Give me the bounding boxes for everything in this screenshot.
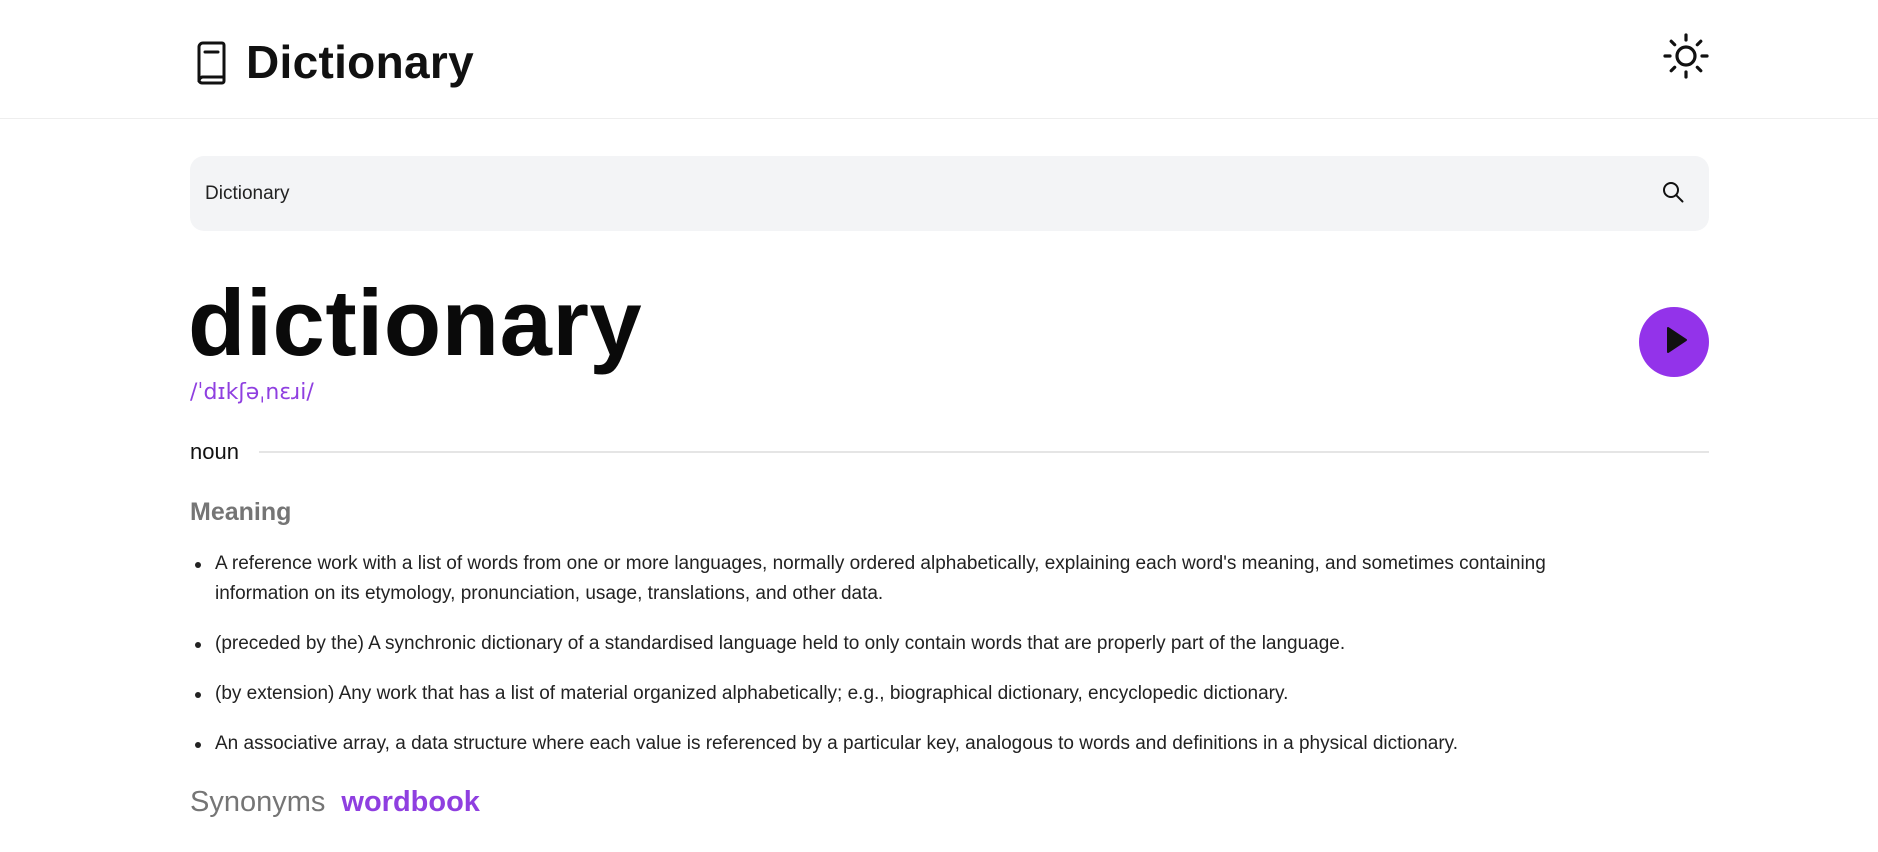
theme-toggle-button[interactable] [1663,32,1709,84]
definition-item: An associative array, a data structure w… [190,729,1640,759]
play-pronunciation-button[interactable] [1639,307,1709,377]
headword: dictionary [188,270,643,375]
divider [258,451,1709,453]
meaning-heading: Meaning [190,498,292,526]
search-icon [1661,180,1685,209]
play-icon [1659,325,1689,360]
search-input[interactable] [205,156,1605,231]
phonetic-transcription: /ˈdɪkʃəˌnɛɹi/ [190,380,314,405]
synonym-link[interactable]: wordbook [341,786,480,819]
definition-item: A reference work with a list of words fr… [190,549,1640,609]
app-header: Dictionary [0,0,1878,119]
sun-icon [1663,32,1709,84]
part-of-speech: noun [190,439,239,464]
definition-item: (by extension) Any work that has a list … [190,679,1640,709]
brand: Dictionary [190,36,474,88]
synonyms-label: Synonyms [190,786,326,818]
definition-item: (preceded by the) A synchronic dictionar… [190,629,1640,659]
part-of-speech-row: noun [190,437,1709,467]
book-icon [190,38,234,86]
synonyms-row: Synonyms wordbook [190,786,480,819]
app-title: Dictionary [246,36,474,88]
search-bar [190,156,1709,231]
search-button[interactable] [1659,180,1687,208]
